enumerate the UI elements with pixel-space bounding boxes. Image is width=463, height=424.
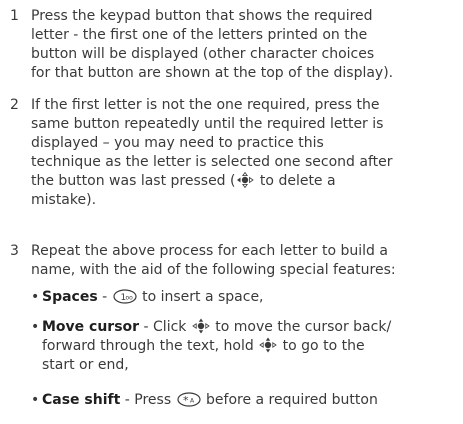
- text-segment: to insert a space,: [137, 289, 264, 305]
- step-number: 3: [10, 243, 19, 259]
- instructions-page: 1 Press the keypad button that shows the…: [0, 0, 463, 424]
- text-line: same button repeatedly until the require…: [31, 116, 384, 132]
- text-segment: before a required button: [201, 392, 378, 408]
- step-text: Repeat the above process for each letter…: [31, 242, 458, 280]
- navigation-key-up-down-icon: [259, 337, 277, 353]
- text-line: the button was last pressed ( to delete …: [31, 172, 458, 191]
- step-text: If the first letter is not the one requi…: [31, 96, 458, 210]
- text-line: start or end,: [42, 357, 129, 373]
- key-star-icon: * A: [176, 392, 201, 407]
- text-line: Repeat the above process for each letter…: [31, 243, 388, 259]
- text-line: button will be displayed (other characte…: [31, 46, 375, 62]
- text-line: forward through the text, hold to go to …: [42, 337, 461, 356]
- text-line: displayed – you may need to practice thi…: [31, 135, 324, 151]
- step-2: 2 If the first letter is not the one req…: [10, 96, 458, 210]
- text-segment: to move the cursor back/: [210, 319, 392, 335]
- text-line: name, with the aid of the following spec…: [31, 262, 396, 278]
- bullet-case-shift: • Case shift - Press * A before a require…: [31, 391, 461, 410]
- text-line: technique as the letter is selected one …: [31, 154, 393, 170]
- text-segment: - Press: [120, 392, 176, 408]
- text-line: for that button are shown at the top of …: [31, 65, 394, 81]
- feature-term: Case shift: [42, 392, 121, 408]
- feature-term: Spaces: [42, 289, 98, 305]
- bullet-marker: •: [31, 392, 40, 408]
- text-line: If the first letter is not the one requi…: [31, 97, 380, 113]
- text-line: letter - the first one of the letters pr…: [31, 27, 368, 43]
- text-segment: to go to the: [278, 338, 365, 354]
- bullet-text: Move cursor - Click to move the cursor b…: [42, 318, 461, 375]
- text-line: Move cursor - Click to move the cursor b…: [42, 318, 461, 337]
- text-segment: -: [97, 289, 112, 305]
- key-sublabel: oo: [125, 295, 133, 302]
- step-text: Press the keypad button that shows the r…: [31, 7, 458, 83]
- text-segment: to delete a: [255, 173, 336, 189]
- text-line: mistake).: [31, 192, 97, 208]
- text-segment: - Click: [139, 319, 191, 335]
- text-line: Spaces - 1 oo to insert a space,: [42, 288, 461, 307]
- bullet-marker: •: [31, 319, 40, 335]
- text-segment: the button was last pressed (: [31, 173, 236, 189]
- feature-term: Move cursor: [42, 319, 140, 335]
- navigation-key-left-icon: [236, 172, 255, 188]
- text-line: Case shift - Press * A before a required …: [42, 391, 461, 410]
- bullet-move-cursor: • Move cursor - Click to move the cursor…: [31, 318, 461, 375]
- bullet-text: Spaces - 1 oo to insert a space,: [42, 288, 461, 307]
- key-label: *: [183, 394, 189, 407]
- step-number: 1: [10, 8, 19, 24]
- navigation-key-up-down-icon: [192, 318, 210, 334]
- step-number: 2: [10, 97, 19, 113]
- text-segment: forward through the text, hold: [42, 338, 259, 354]
- key-1-space-icon: 1 oo: [113, 289, 137, 304]
- bullet-spaces: • Spaces - 1 oo to insert a space,: [31, 288, 461, 307]
- text-line: Press the keypad button that shows the r…: [31, 8, 373, 24]
- bullet-text: Case shift - Press * A before a required …: [42, 391, 461, 410]
- step-3: 3 Repeat the above process for each lett…: [10, 242, 458, 280]
- key-sublabel: A: [190, 398, 195, 405]
- step-1: 1 Press the keypad button that shows the…: [10, 7, 458, 83]
- bullet-marker: •: [31, 289, 40, 305]
